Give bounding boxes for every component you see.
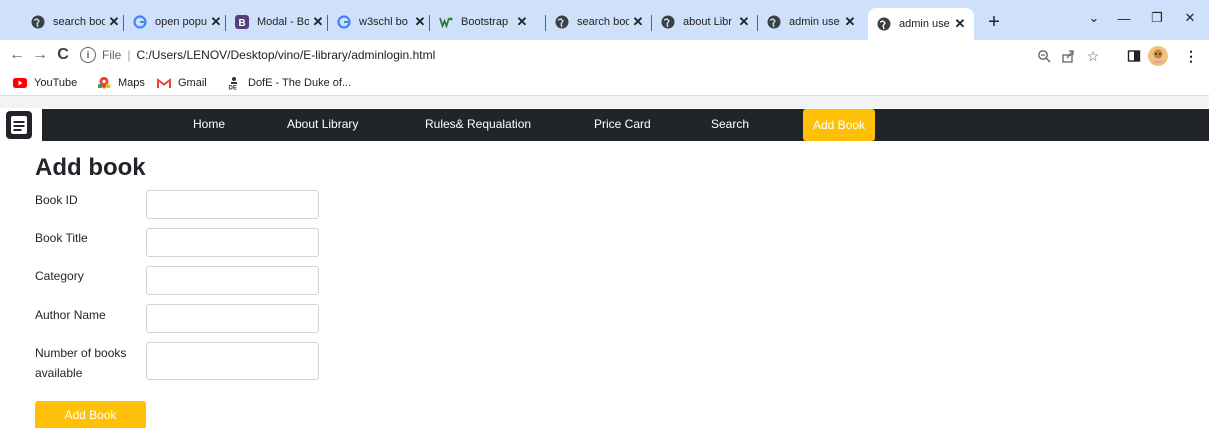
tab-search-icon[interactable]: ⌄ [1080, 6, 1108, 30]
close-icon[interactable]: ✕ [209, 14, 223, 29]
google-icon [336, 14, 352, 30]
close-icon[interactable]: ✕ [107, 14, 121, 29]
zoom-icon[interactable] [1034, 46, 1054, 66]
youtube-icon [12, 76, 28, 90]
bookmarks-bar: YouTube Maps Gmail DE DofE - The Duke of… [0, 70, 1209, 96]
globe-icon [30, 14, 46, 30]
bookmark-youtube[interactable]: YouTube [12, 75, 77, 91]
minimize-button[interactable]: — [1110, 6, 1138, 30]
svg-text:B: B [239, 18, 246, 29]
browser-tab[interactable]: about Libr ✕ [652, 8, 751, 36]
tab-strip: search boo ✕ open popu ✕ B Modal - Bo ✕ … [0, 0, 1209, 40]
close-icon[interactable]: ✕ [515, 14, 529, 29]
book-id-label: Book ID [35, 193, 78, 207]
nav-link-add-book[interactable]: Add Book [803, 109, 876, 141]
browser-tab[interactable]: search boo ✕ [546, 8, 645, 36]
bookmark-dofe[interactable]: DE DofE - The Duke of... [226, 75, 351, 91]
url-scheme: File [102, 48, 122, 62]
close-icon[interactable]: ✕ [311, 14, 325, 29]
share-icon[interactable] [1058, 46, 1078, 66]
side-panel-icon[interactable] [1124, 46, 1144, 66]
gmail-icon [156, 76, 172, 90]
browser-tab[interactable]: B Modal - Bo ✕ [226, 8, 325, 36]
more-menu-icon[interactable]: ⋮ [1181, 46, 1201, 66]
profile-avatar[interactable] [1148, 46, 1168, 66]
add-book-button[interactable]: Add Book [35, 401, 146, 428]
nav-link-home[interactable]: Home [193, 117, 225, 131]
info-icon[interactable]: i [80, 47, 96, 63]
browser-toolbar: ← → C i File | C:/Users/LENOV/Desktop/vi… [0, 40, 1209, 70]
back-button[interactable]: ← [6, 44, 28, 66]
reload-button[interactable]: C [52, 44, 74, 66]
close-icon[interactable]: ✕ [631, 14, 645, 29]
browser-tab[interactable]: search boo ✕ [22, 8, 121, 36]
browser-tab[interactable]: w3schl bo ✕ [328, 8, 427, 36]
dofe-icon: DE [226, 76, 242, 90]
google-icon [132, 14, 148, 30]
nav-link-about-library[interactable]: About Library [287, 117, 358, 131]
book-title-label: Book Title [35, 231, 88, 245]
browser-tab-active[interactable]: admin use ✕ [868, 8, 974, 40]
nav-link-search[interactable]: Search [711, 117, 749, 131]
close-icon[interactable]: ✕ [413, 14, 427, 29]
forward-button[interactable]: → [29, 44, 51, 66]
bookmark-star-icon[interactable]: ☆ [1083, 46, 1103, 66]
restore-button[interactable]: ❐ [1143, 6, 1171, 30]
bookmark-gmail[interactable]: Gmail [156, 75, 207, 91]
menu-icon[interactable] [6, 111, 32, 139]
category-input[interactable] [146, 266, 319, 295]
books-available-label: Number of books available [35, 346, 127, 380]
globe-icon [766, 14, 782, 30]
author-name-input[interactable] [146, 304, 319, 333]
book-title-input[interactable] [146, 228, 319, 257]
book-id-input[interactable] [146, 190, 319, 219]
browser-tab[interactable]: Bootstrap ✕ [430, 8, 529, 36]
close-icon[interactable]: ✕ [953, 16, 967, 31]
new-tab-button[interactable]: + [982, 10, 1006, 34]
close-icon[interactable]: ✕ [737, 14, 751, 29]
page-title: Add book [35, 154, 146, 181]
svg-text:DE: DE [229, 86, 237, 91]
close-window-button[interactable]: ✕ [1176, 6, 1204, 30]
w3schools-icon [438, 14, 454, 30]
browser-tab[interactable]: admin use ✕ [758, 8, 857, 36]
address-bar[interactable]: i File | C:/Users/LENOV/Desktop/vino/E-l… [80, 43, 1158, 67]
bookmark-maps[interactable]: Maps [96, 75, 145, 91]
books-available-input[interactable] [146, 342, 319, 380]
maps-icon [96, 76, 112, 90]
globe-icon [660, 14, 676, 30]
globe-icon [876, 16, 892, 32]
author-name-label: Author Name [35, 308, 106, 322]
nav-link-price-card[interactable]: Price Card [594, 117, 651, 131]
browser-tab[interactable]: open popu ✕ [124, 8, 223, 36]
category-label: Category [35, 269, 84, 283]
globe-icon [554, 14, 570, 30]
url-text: C:/Users/LENOV/Desktop/vino/E-library/ad… [136, 48, 436, 62]
nav-link-rules[interactable]: Rules& Requalation [425, 117, 531, 131]
bootstrap-icon: B [234, 14, 250, 30]
close-icon[interactable]: ✕ [843, 14, 857, 29]
